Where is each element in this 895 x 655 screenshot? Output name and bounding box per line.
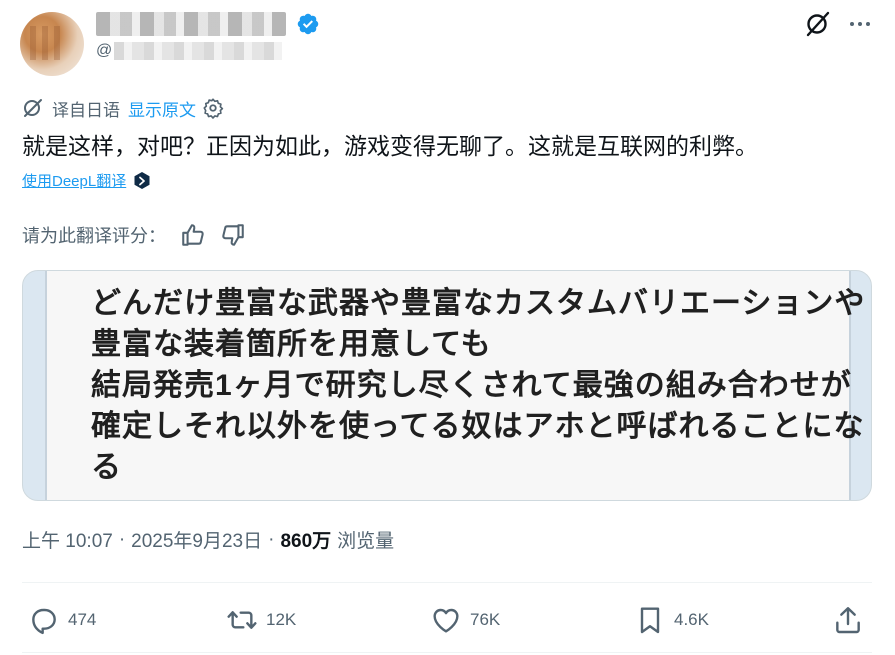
translated-from-label: 译自日语 [52, 100, 120, 120]
media-text: どんだけ豊富な武器や豊富なカスタムバリエーションや 豊富な装着箇所を用意しても結局… [91, 283, 865, 488]
media-panel: どんだけ豊富な武器や豊富なカスタムバリエーションや 豊富な装着箇所を用意しても結局… [45, 271, 864, 500]
translation-info: 译自日语 显示原文 [22, 96, 224, 120]
like-count: 76K [470, 610, 501, 629]
tweet-media-image[interactable]: どんだけ豊富な武器や豊富なカスタムバリエーションや 豊富な装着箇所を用意しても結局… [22, 270, 872, 501]
rate-translation: 请为此翻译评分： [22, 222, 246, 248]
deepl-logo-icon [134, 171, 150, 189]
divider [22, 582, 872, 583]
more-horizontal-icon[interactable] [846, 10, 874, 38]
grok-icon[interactable] [804, 10, 832, 38]
share-icon [836, 607, 860, 634]
separator: · [268, 528, 275, 550]
display-name-blurred[interactable] [96, 12, 286, 36]
tweet-header: @ [0, 0, 895, 80]
separator: · [118, 528, 126, 550]
bookmark-button[interactable]: 4.6K [634, 596, 709, 644]
gear-icon[interactable] [202, 97, 224, 119]
tweet-text: 就是这样，对吧？正因为如此，游戏变得无聊了。这就是互联网的利弊。 [22, 133, 758, 159]
repost-button[interactable]: 12K [226, 596, 296, 644]
rate-prompt: 请为此翻译评分： [22, 226, 166, 246]
handle-prefix: @ [96, 42, 113, 60]
like-button[interactable]: 76K [430, 596, 500, 644]
verified-badge-icon [297, 13, 319, 35]
heart-icon [433, 608, 459, 633]
media-line: どんだけ豊富な武器や豊富なカスタムバリエーションや [91, 287, 866, 320]
translate-icon [24, 99, 42, 117]
media-line: 確定しそれ以外を使ってる奴はアホと呼ばれることにな [91, 410, 865, 443]
media-line: 豊富な装着箇所を用意しても [91, 328, 492, 361]
bookmark-count: 4.6K [674, 610, 709, 629]
action-bar: 474 12K 76K 4.6K [22, 596, 872, 644]
media-line: 結局発売1ヶ月で研究し尽くされて最強の組み合わせが [91, 369, 852, 402]
tweet-meta: 上午 10:07 · 2025年9月23日 · 860万 浏览量 [22, 526, 394, 553]
views-label: 浏览量 [337, 531, 395, 552]
reply-icon [32, 608, 56, 635]
thumbs-down-icon[interactable] [220, 222, 246, 248]
show-original-link[interactable]: 显示原文 [128, 96, 196, 121]
views-count: 860万 [280, 531, 332, 552]
post-time[interactable]: 上午 10:07 [22, 526, 113, 553]
thumbs-up-icon[interactable] [180, 222, 206, 248]
deepl-link[interactable]: 使用DeepL翻译 [22, 170, 126, 191]
post-date[interactable]: 2025年9月23日 [131, 526, 262, 553]
repost-icon [227, 611, 257, 629]
reply-button[interactable]: 474 [28, 596, 96, 644]
share-button[interactable] [832, 596, 872, 644]
divider [22, 652, 872, 653]
repost-count: 12K [266, 610, 297, 629]
user-handle[interactable]: @ [96, 42, 283, 60]
avatar[interactable] [20, 12, 84, 76]
reply-count: 474 [68, 610, 97, 629]
handle-blurred [114, 42, 283, 60]
media-line: る [91, 451, 122, 484]
bookmark-icon [640, 607, 660, 634]
translation-provider: 使用DeepL翻译 [22, 170, 152, 191]
